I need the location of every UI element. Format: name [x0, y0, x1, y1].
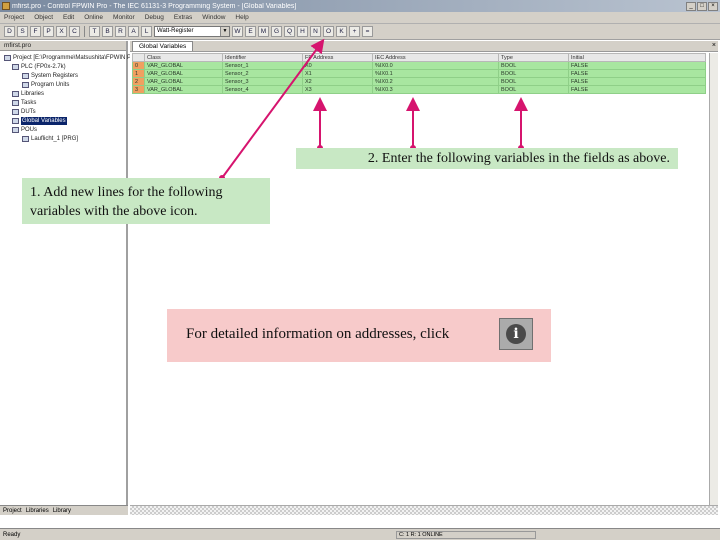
info-text: For detailed information on addresses, c… — [186, 326, 450, 342]
step-1-callout: 1. Add new lines for the following varia… — [22, 178, 270, 224]
step-2-callout: 2. Enter the following variables in the … — [296, 148, 678, 169]
info-button[interactable]: i — [499, 318, 533, 350]
annotation-arrows — [219, 38, 528, 181]
info-callout: For detailed information on addresses, c… — [167, 309, 551, 362]
info-icon: i — [506, 324, 526, 344]
